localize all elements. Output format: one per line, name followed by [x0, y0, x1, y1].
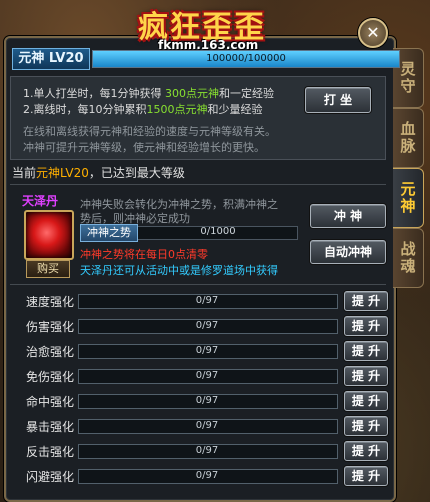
stat-value: 0/97 — [195, 470, 219, 481]
pill-source-info: 天泽丹还可从活动中或是修罗道场中获得 — [80, 264, 278, 277]
stat-value: 0/97 — [195, 345, 219, 356]
level-progress-text: 100000/100000 — [206, 53, 286, 64]
stat-name: 免伤强化 — [26, 370, 75, 384]
upgrade-button[interactable]: 提 升 — [344, 391, 388, 411]
stat-name: 伤害强化 — [26, 320, 75, 334]
level-row: 元神 LV20 100000/100000 — [12, 46, 400, 72]
momentum-reset-warning: 冲神之势将在每日0点清零 — [80, 248, 208, 261]
stat-name: 闪避强化 — [26, 470, 75, 484]
stat-value: 0/97 — [195, 395, 219, 406]
tab-yuanshen[interactable]: 元神 — [393, 168, 424, 228]
stat-name: 速度强化 — [26, 295, 75, 309]
stat-row: 闪避强化 0/97 提 升 — [10, 465, 388, 487]
upgrade-button[interactable]: 提 升 — [344, 441, 388, 461]
stat-value: 0/97 — [195, 295, 219, 306]
upgrade-button[interactable]: 提 升 — [344, 416, 388, 436]
upgrade-button[interactable]: 提 升 — [344, 291, 388, 311]
meditate-button[interactable]: 打 坐 — [305, 87, 371, 113]
momentum-value: 0/1000 — [200, 226, 236, 237]
tab-zhanhun[interactable]: 战魂 — [393, 228, 424, 288]
level-badge: 元神 LV20 — [12, 48, 90, 70]
upgrade-button[interactable]: 提 升 — [344, 341, 388, 361]
stat-row: 治愈强化 0/97 提 升 — [10, 340, 388, 362]
stat-value: 0/97 — [195, 445, 219, 456]
charge-button[interactable]: 冲 神 — [310, 204, 386, 228]
close-icon[interactable]: ✕ — [358, 18, 388, 48]
stat-value: 0/97 — [195, 320, 219, 331]
stat-value: 0/97 — [195, 370, 219, 381]
stat-value: 0/97 — [195, 420, 219, 431]
meditate-desc-1: 在线和离线获得元神和经验的速度与元神等级有关。 — [23, 125, 276, 138]
upgrade-button[interactable]: 提 升 — [344, 466, 388, 486]
divider — [10, 284, 386, 285]
stat-row: 暴击强化 0/97 提 升 — [10, 415, 388, 437]
meditate-rule-1: 1.单人打坐时，每1分钟获得 300点元神和一定经验 — [23, 87, 274, 100]
stat-name: 反击强化 — [26, 445, 75, 459]
meditate-desc-2: 冲神可提升元神等级，使元神和经验增长的更快。 — [23, 141, 265, 154]
upgrade-button[interactable]: 提 升 — [344, 316, 388, 336]
level-progress-bar: 100000/100000 — [92, 50, 400, 68]
stat-name: 暴击强化 — [26, 420, 75, 434]
meditate-section: 1.单人打坐时，每1分钟获得 300点元神和一定经验 2.离线时，每10分钟累积… — [10, 76, 386, 160]
stat-row: 速度强化 0/97 提 升 — [10, 290, 388, 312]
stat-row: 反击强化 0/97 提 升 — [10, 440, 388, 462]
stat-row: 命中强化 0/97 提 升 — [10, 390, 388, 412]
divider — [10, 184, 386, 185]
momentum-label: 冲神之势 — [80, 224, 138, 242]
stat-row: 伤害强化 0/97 提 升 — [10, 315, 388, 337]
stat-name: 命中强化 — [26, 395, 75, 409]
upgrade-button[interactable]: 提 升 — [344, 366, 388, 386]
buy-button[interactable]: 购买 — [26, 260, 70, 278]
meditate-rule-2: 2.离线时，每10分钟累积1500点元神和少量经验 — [23, 103, 263, 116]
auto-charge-button[interactable]: 自动冲神 — [310, 240, 386, 264]
stat-name: 治愈强化 — [26, 345, 75, 359]
tianze-pill-icon[interactable] — [24, 210, 74, 260]
tab-xuemai[interactable]: 血脉 — [393, 108, 424, 168]
current-level-text: 当前元神LV20，已达到最大等级 — [12, 166, 185, 180]
pill-name: 天泽丹 — [22, 194, 59, 208]
stat-row: 免伤强化 0/97 提 升 — [10, 365, 388, 387]
